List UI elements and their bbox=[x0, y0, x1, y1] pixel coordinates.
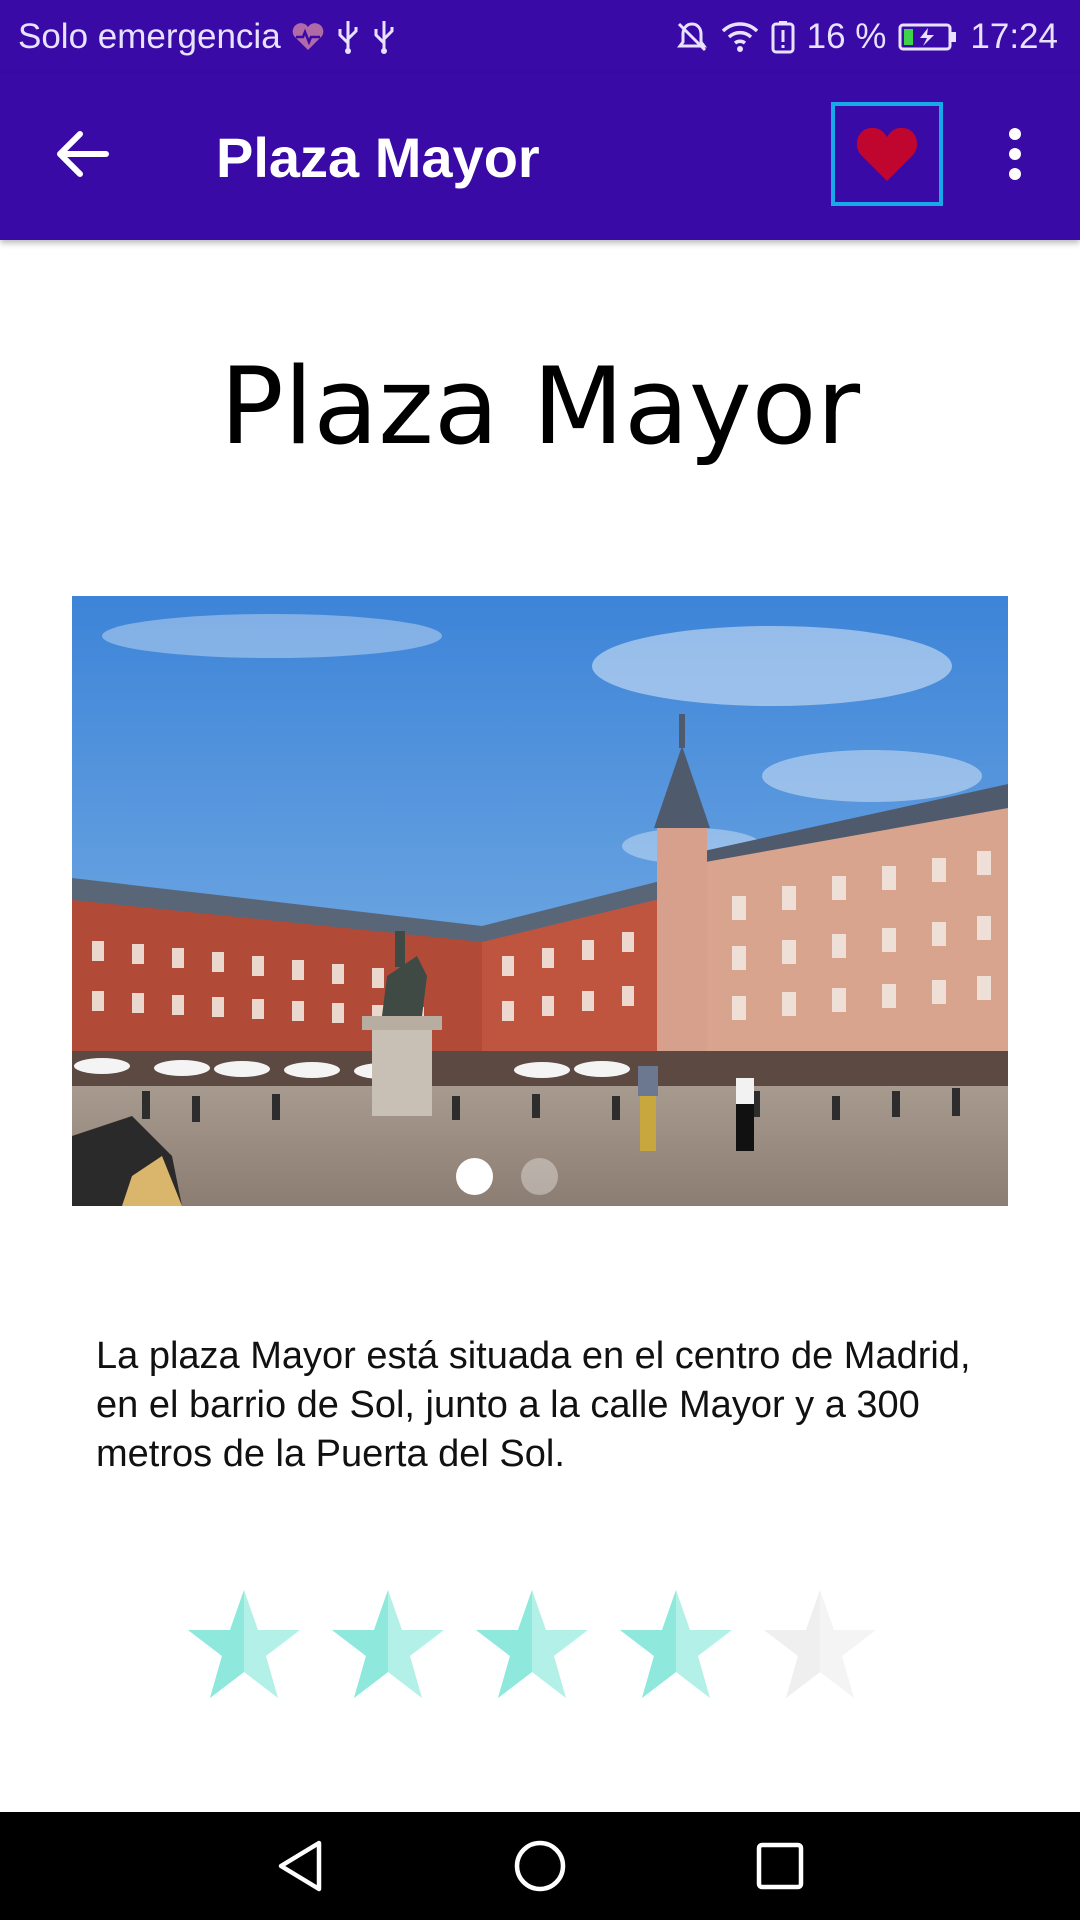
star-icon[interactable] bbox=[184, 1586, 304, 1706]
battery-charging-icon bbox=[898, 22, 958, 52]
back-button[interactable] bbox=[42, 114, 122, 194]
star-icon[interactable] bbox=[616, 1586, 736, 1706]
back-triangle-icon bbox=[278, 1840, 322, 1892]
image-carousel[interactable] bbox=[72, 596, 1008, 1206]
rating-bar[interactable] bbox=[184, 1586, 880, 1706]
arrow-back-icon bbox=[57, 131, 109, 177]
status-right: 16 % 17:24 bbox=[675, 14, 1058, 60]
carousel-dot-1[interactable] bbox=[456, 1158, 493, 1195]
carousel-dot-2[interactable] bbox=[521, 1158, 558, 1195]
nav-recents-button[interactable] bbox=[744, 1830, 816, 1902]
health-heart-icon bbox=[291, 22, 325, 52]
status-left: Solo emergencia bbox=[18, 14, 397, 60]
status-bar: Solo emergencia 16 % 17:24 bbox=[0, 0, 1080, 74]
favorite-button[interactable] bbox=[831, 102, 943, 206]
home-circle-icon bbox=[514, 1840, 566, 1892]
overflow-menu-button[interactable] bbox=[985, 114, 1045, 194]
heart-icon bbox=[856, 127, 918, 181]
system-nav-bar bbox=[0, 1812, 1080, 1920]
mute-icon bbox=[675, 20, 709, 54]
plaza-photo bbox=[72, 596, 1008, 1206]
usb-icon bbox=[371, 19, 397, 55]
app-bar-title: Plaza Mayor bbox=[216, 126, 540, 189]
page-title: Plaza Mayor bbox=[219, 345, 861, 468]
battery-percent: 16 % bbox=[806, 17, 887, 56]
description-text: La plaza Mayor está situada en el centro… bbox=[96, 1335, 971, 1475]
star-icon[interactable] bbox=[328, 1586, 448, 1706]
star-empty-icon[interactable] bbox=[760, 1586, 880, 1706]
carousel-indicator bbox=[72, 1158, 975, 1196]
clock: 17:24 bbox=[970, 17, 1058, 56]
app-bar: Plaza Mayor bbox=[0, 74, 1080, 240]
recents-square-icon bbox=[756, 1842, 804, 1890]
carrier-label: Solo emergencia bbox=[18, 17, 281, 56]
wifi-icon bbox=[721, 21, 759, 53]
nav-back-button[interactable] bbox=[264, 1830, 336, 1902]
battery-alert-icon bbox=[771, 20, 795, 54]
star-icon[interactable] bbox=[472, 1586, 592, 1706]
nav-home-button[interactable] bbox=[504, 1830, 576, 1902]
usb-icon bbox=[335, 19, 361, 55]
more-vert-icon bbox=[1009, 128, 1021, 180]
